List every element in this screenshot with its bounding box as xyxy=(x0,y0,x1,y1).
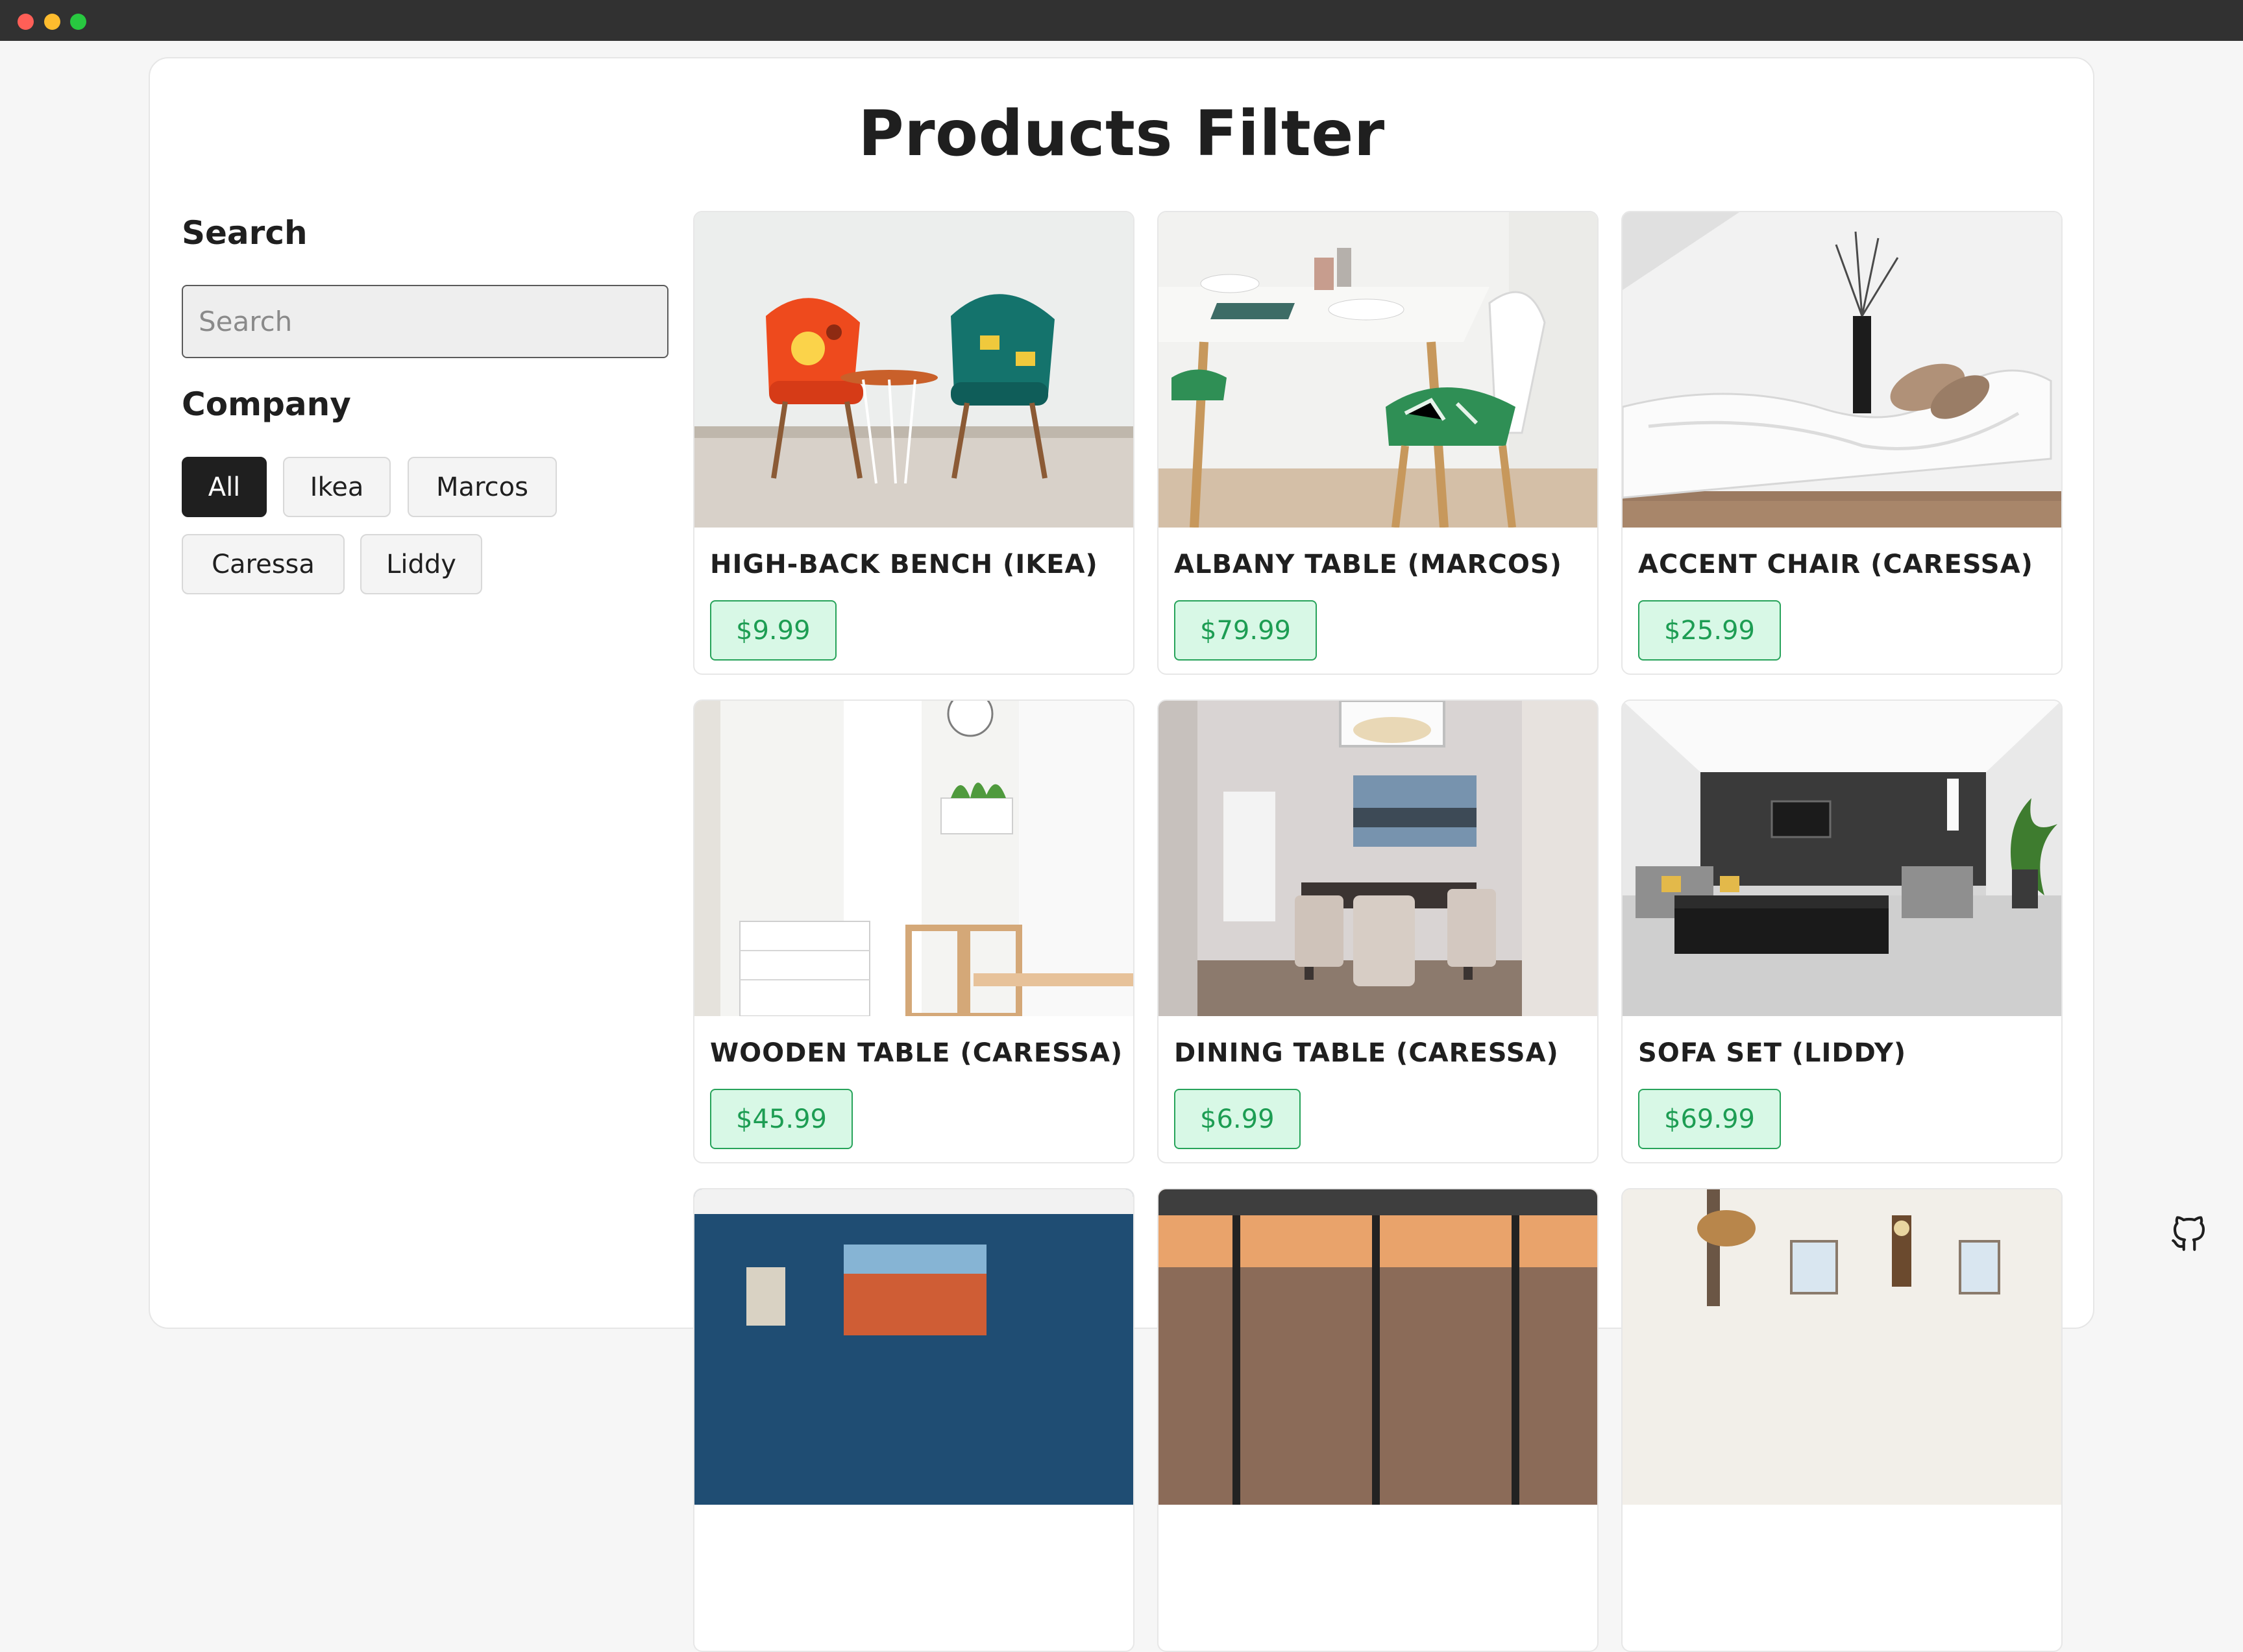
product-name: SOFA SET (LIDDY) xyxy=(1638,1038,1907,1068)
close-window-button[interactable] xyxy=(18,14,34,30)
company-ikea-button[interactable]: Ikea xyxy=(283,457,391,517)
product-price: $9.99 xyxy=(710,600,837,661)
company-marcos-button[interactable]: Marcos xyxy=(408,457,557,517)
product-image xyxy=(1623,1189,2061,1505)
product-image xyxy=(694,212,1133,528)
product-name: HIGH-BACK BENCH (IKEA) xyxy=(710,550,1098,579)
product-image xyxy=(1158,1189,1597,1505)
product-name: ACCENT CHAIR (CARESSA) xyxy=(1638,550,2033,579)
product-card[interactable] xyxy=(693,1188,1134,1652)
page-title: Products Filter xyxy=(858,97,1385,170)
product-card[interactable]: HIGH-BACK BENCH (IKEA) $9.99 xyxy=(693,211,1134,675)
company-caressa-button[interactable]: Caressa xyxy=(182,534,345,594)
search-heading: Search xyxy=(182,214,308,252)
company-all-button[interactable]: All xyxy=(182,457,267,517)
product-price: $69.99 xyxy=(1638,1089,1781,1149)
product-image xyxy=(1623,701,2061,1016)
product-price: $6.99 xyxy=(1174,1089,1301,1149)
minimize-window-button[interactable] xyxy=(44,14,60,30)
product-price: $79.99 xyxy=(1174,600,1317,661)
product-price: $25.99 xyxy=(1638,600,1781,661)
product-image xyxy=(1158,701,1597,1016)
product-name: DINING TABLE (CARESSA) xyxy=(1174,1038,1559,1068)
window-titlebar xyxy=(0,0,2243,41)
product-card[interactable] xyxy=(1157,1188,1599,1652)
product-image xyxy=(694,1189,1133,1505)
github-icon[interactable] xyxy=(2168,1212,2211,1255)
product-image xyxy=(1158,212,1597,528)
company-heading: Company xyxy=(182,385,351,423)
product-card[interactable]: ACCENT CHAIR (CARESSA) $25.99 xyxy=(1621,211,2063,675)
company-liddy-button[interactable]: Liddy xyxy=(360,534,482,594)
maximize-window-button[interactable] xyxy=(70,14,86,30)
product-card[interactable]: ALBANY TABLE (MARCOS) $79.99 xyxy=(1157,211,1599,675)
product-card[interactable]: WOODEN TABLE (CARESSA) $45.99 xyxy=(693,699,1134,1163)
product-card[interactable]: SOFA SET (LIDDY) $69.99 xyxy=(1621,699,2063,1163)
product-card[interactable]: DINING TABLE (CARESSA) $6.99 xyxy=(1157,699,1599,1163)
product-image xyxy=(1623,212,2061,528)
product-price: $45.99 xyxy=(710,1089,853,1149)
search-input[interactable] xyxy=(182,285,668,358)
product-name: ALBANY TABLE (MARCOS) xyxy=(1174,550,1562,579)
product-image xyxy=(694,701,1133,1016)
product-card[interactable] xyxy=(1621,1188,2063,1652)
product-name: WOODEN TABLE (CARESSA) xyxy=(710,1038,1123,1068)
